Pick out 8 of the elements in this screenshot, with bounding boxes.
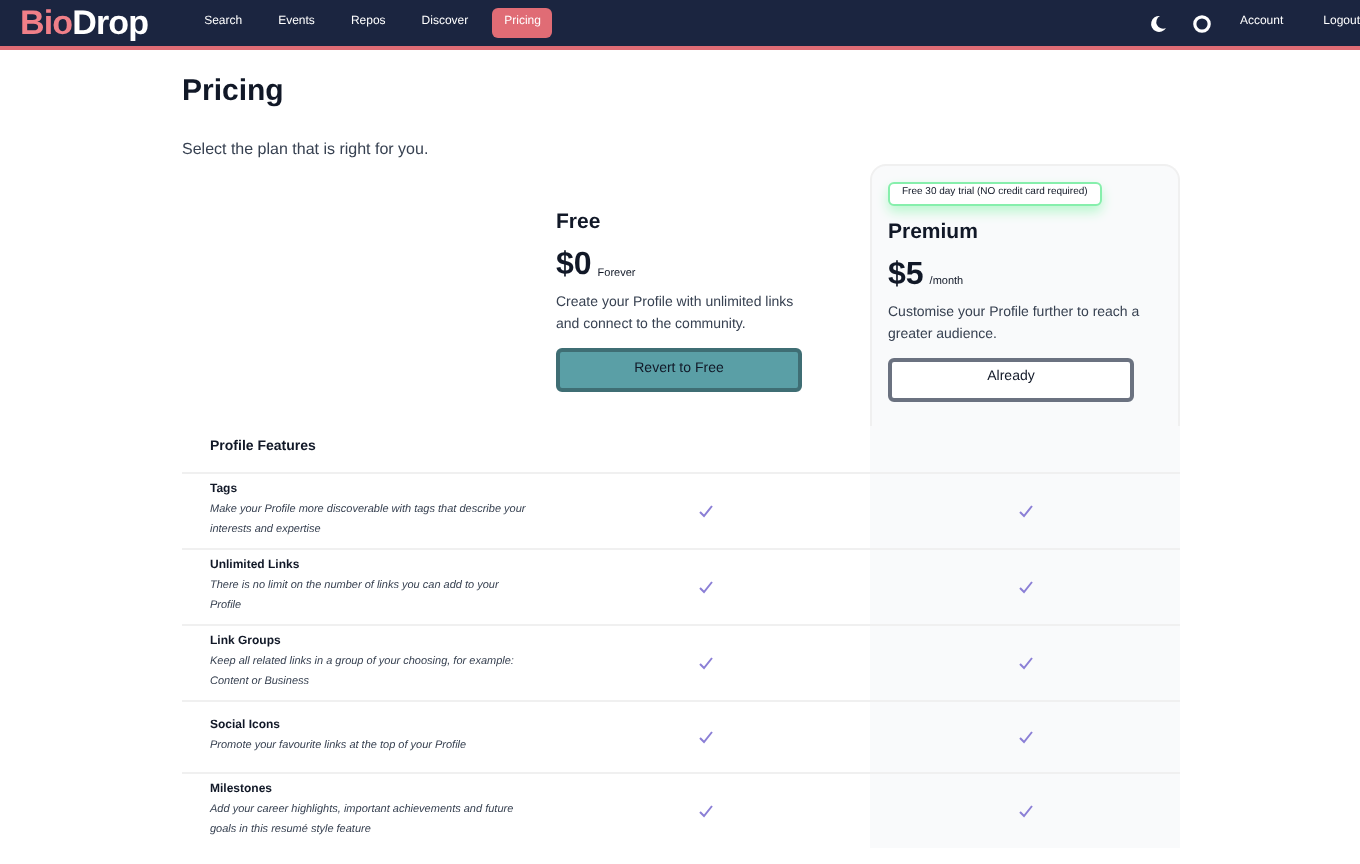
page-title: Pricing (182, 72, 286, 112)
logo[interactable]: BioDrop (20, 6, 149, 40)
page-subtitle: Select the plan that is right for you. (182, 138, 431, 162)
plan-name: Free (556, 208, 603, 236)
moon-icon[interactable] (1147, 13, 1168, 33)
plan-name: Premium (888, 217, 980, 245)
plan-price: $0 (556, 248, 592, 284)
plan-price: $5 (888, 257, 924, 293)
